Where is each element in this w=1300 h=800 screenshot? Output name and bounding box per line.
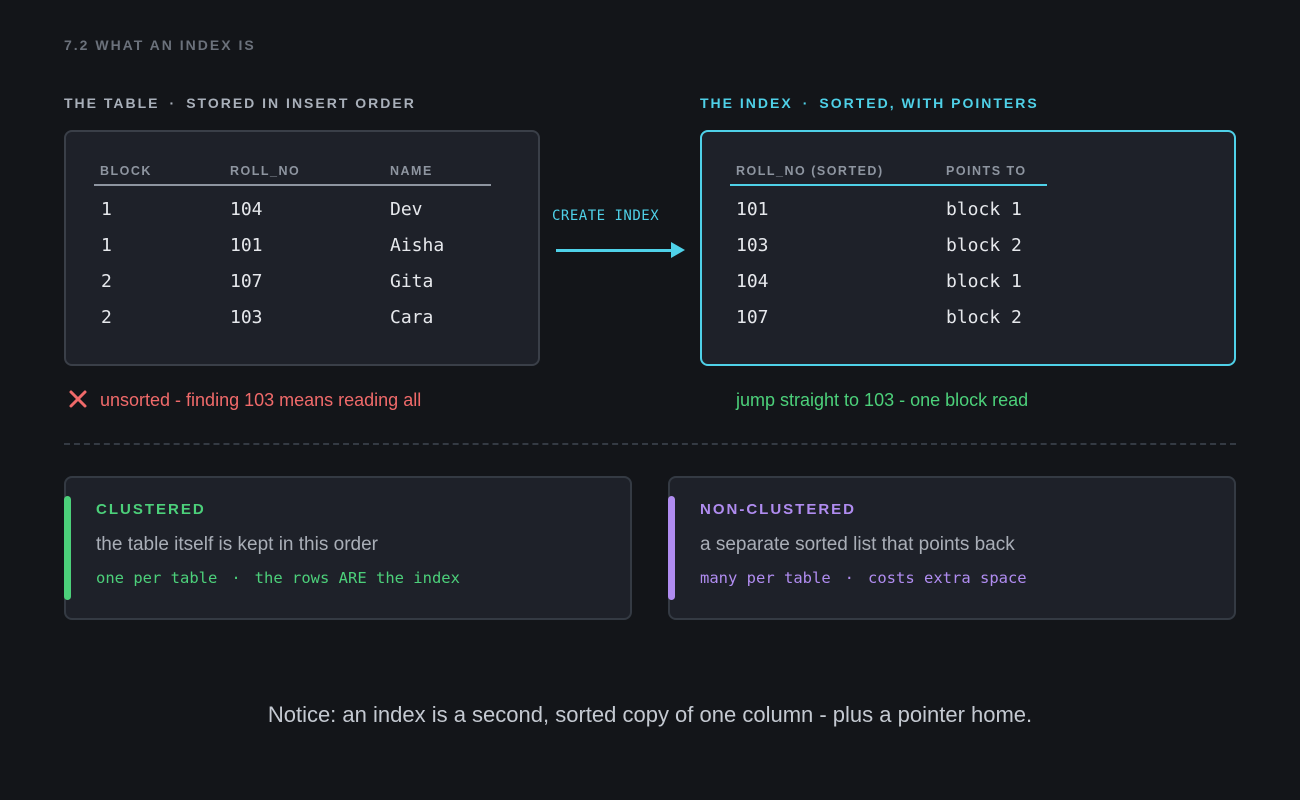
table-header-roll-no: ROLL_NO bbox=[230, 164, 301, 178]
table-title: THE TABLE bbox=[64, 95, 160, 111]
non-clustered-description: a separate sorted list that points back bbox=[700, 534, 1015, 555]
non-clustered-title: NON-CLUSTERED bbox=[700, 501, 856, 518]
clustered-note-b: the rows ARE the index bbox=[254, 569, 460, 587]
index-cell: 104 bbox=[736, 271, 769, 292]
index-title: THE INDEX bbox=[700, 95, 793, 111]
index-header-roll-no: ROLL_NO (SORTED) bbox=[736, 164, 884, 178]
arrow-shaft bbox=[556, 249, 672, 252]
table-header-name: NAME bbox=[390, 164, 433, 178]
table-cell: Gita bbox=[390, 271, 434, 292]
index-cell: 103 bbox=[736, 235, 769, 256]
index-cell: 101 bbox=[736, 199, 769, 220]
index-caption: jump straight to 103 - one block read bbox=[736, 390, 1029, 410]
table-cell: Aisha bbox=[390, 235, 445, 256]
table-cell: 2 bbox=[101, 271, 112, 292]
index-cell: block 2 bbox=[946, 307, 1022, 328]
index-cell: block 2 bbox=[946, 235, 1022, 256]
index-header-points-to: POINTS TO bbox=[946, 164, 1027, 178]
arrow-right-icon bbox=[671, 242, 685, 258]
table-subtitle: STORED IN INSERT ORDER bbox=[186, 95, 416, 111]
index-cell: block 1 bbox=[946, 199, 1022, 220]
section-divider bbox=[64, 443, 1236, 445]
table-cell: 103 bbox=[230, 307, 263, 328]
clustered-title: CLUSTERED bbox=[96, 501, 206, 518]
index-subtitle: SORTED, WITH POINTERS bbox=[819, 95, 1039, 111]
create-index-label: CREATE INDEX bbox=[552, 208, 660, 224]
clustered-description: the table itself is kept in this order bbox=[96, 534, 378, 555]
table-cell: 1 bbox=[101, 235, 112, 256]
index-cell: 107 bbox=[736, 307, 769, 328]
section-label: 7.2 WHAT AN INDEX IS bbox=[64, 37, 256, 53]
table-cell: 101 bbox=[230, 235, 263, 256]
notice-text: Notice: an index is a second, sorted cop… bbox=[267, 702, 1033, 727]
non-clustered-note: many per table · costs extra space bbox=[700, 569, 1027, 587]
clustered-note: one per table · the rows ARE the index bbox=[96, 569, 460, 587]
note-separator: · bbox=[231, 569, 241, 587]
table-header-rule bbox=[94, 184, 491, 186]
index-header-rule bbox=[730, 184, 1047, 186]
title-separator: · bbox=[802, 95, 810, 111]
index-cell: block 1 bbox=[946, 271, 1022, 292]
x-icon bbox=[69, 390, 87, 408]
table-cell: Cara bbox=[390, 307, 434, 328]
table-caption: unsorted - finding 103 means reading all bbox=[100, 390, 422, 410]
non-clustered-note-b: costs extra space bbox=[868, 569, 1027, 587]
non-clustered-note-a: many per table bbox=[700, 569, 831, 587]
clustered-note-a: one per table bbox=[96, 569, 218, 587]
table-header-block: BLOCK bbox=[100, 164, 152, 178]
table-cell: 1 bbox=[101, 199, 112, 220]
table-cell: 104 bbox=[230, 199, 263, 220]
clustered-accent-bar bbox=[64, 496, 71, 600]
title-separator: · bbox=[169, 95, 177, 111]
table-cell: 2 bbox=[101, 307, 112, 328]
index-panel-title: THE INDEX · SORTED, WITH POINTERS bbox=[700, 95, 1039, 111]
note-separator: · bbox=[844, 569, 854, 587]
table-cell: Dev bbox=[390, 199, 423, 220]
table-cell: 107 bbox=[230, 271, 263, 292]
non-clustered-accent-bar bbox=[668, 496, 675, 600]
table-panel-title: THE TABLE · STORED IN INSERT ORDER bbox=[64, 95, 416, 111]
